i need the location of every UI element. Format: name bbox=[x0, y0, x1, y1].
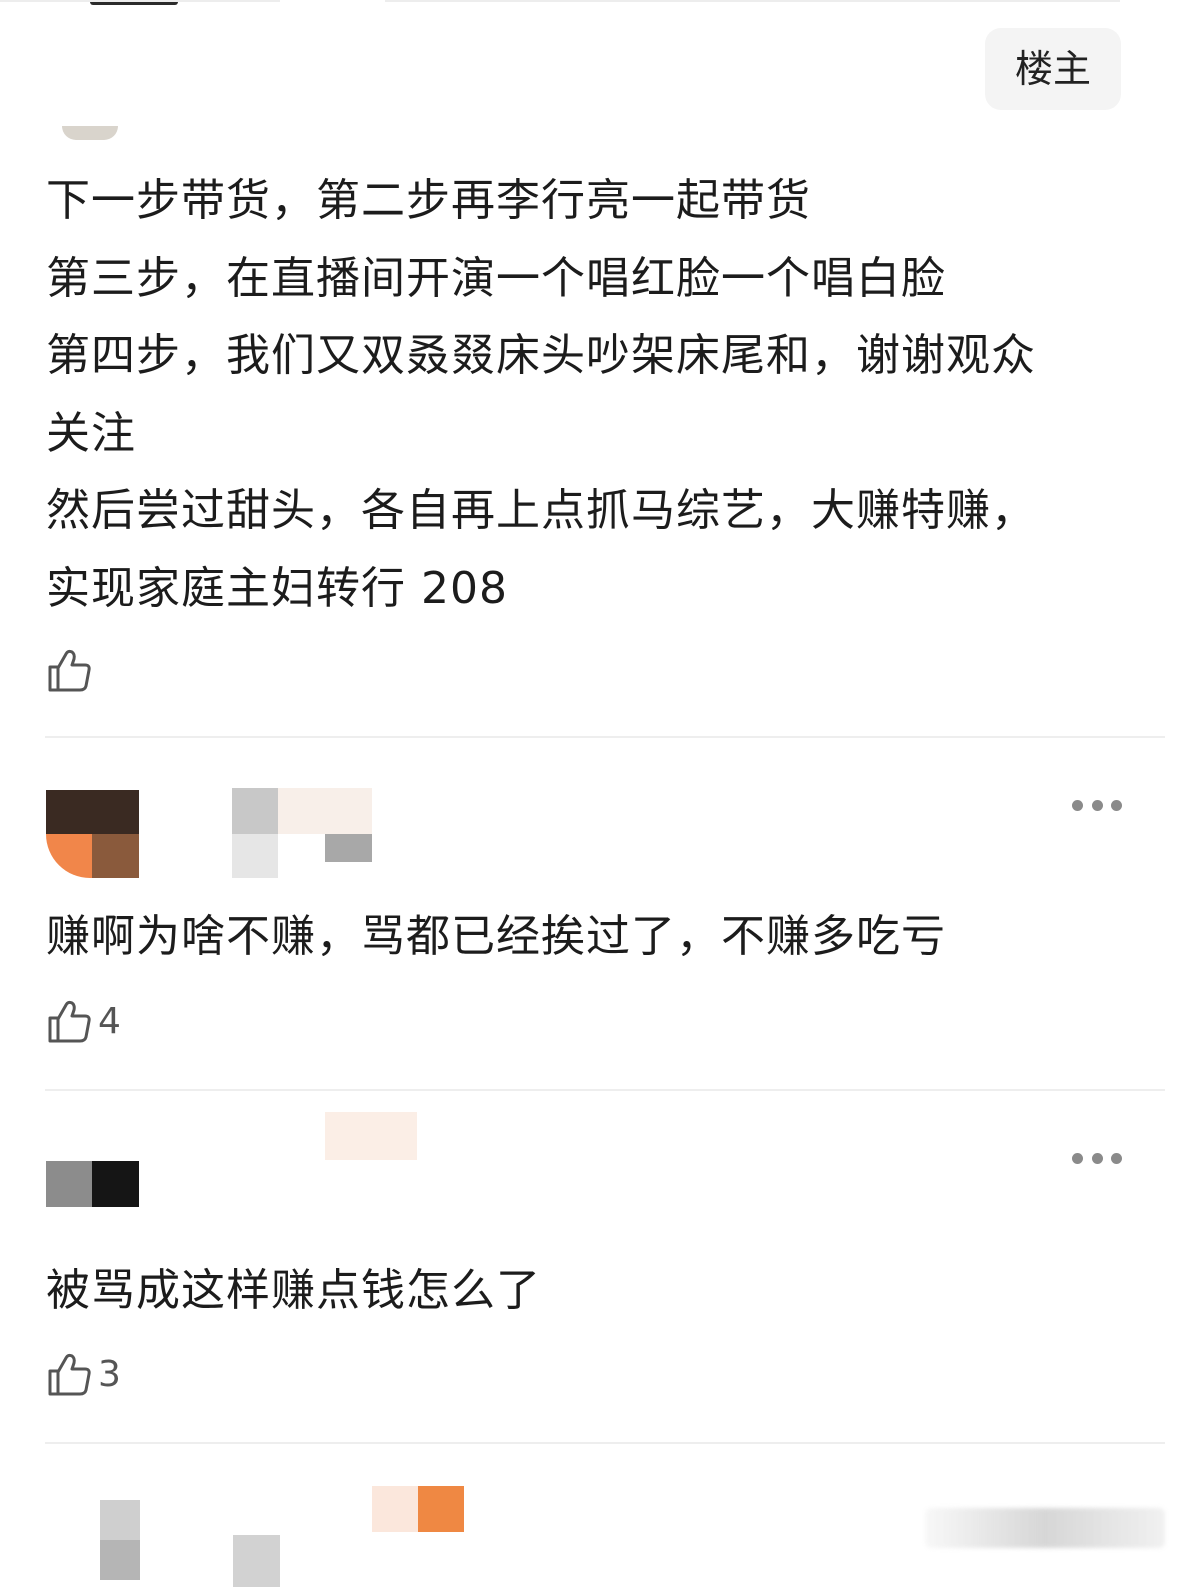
more-button[interactable] bbox=[1072, 795, 1122, 815]
watermark bbox=[925, 1508, 1165, 1548]
more-dot bbox=[1111, 1152, 1122, 1164]
avatar bbox=[46, 790, 139, 878]
like-count: 4 bbox=[98, 1000, 121, 1042]
username-redacted bbox=[232, 788, 372, 878]
comment-line: 第四步，我们又双叒叕床头吵架床尾和，谢谢观众 bbox=[46, 330, 1036, 381]
more-dot bbox=[1091, 799, 1103, 811]
more-dot bbox=[1091, 1152, 1103, 1164]
comment-body: 下一步带货，第二步再李行亮一起带货 第三步，在直播间开演一个唱红脸一个唱白脸 第… bbox=[46, 162, 1146, 627]
top-divider-right bbox=[385, 0, 1120, 2]
divider bbox=[45, 1089, 1165, 1091]
username-redacted bbox=[185, 1535, 280, 1587]
more-dots-icon bbox=[1072, 799, 1083, 811]
divider bbox=[45, 1442, 1165, 1444]
thumbs-up-icon bbox=[48, 1000, 91, 1043]
like-button[interactable]: 3 bbox=[46, 1349, 121, 1399]
comment-line: 被骂成这样赚点钱怎么了 bbox=[46, 1265, 541, 1316]
comment-line: 关注 bbox=[46, 407, 136, 459]
avatar bbox=[62, 126, 118, 140]
divider bbox=[45, 736, 1165, 738]
op-badge: 楼主 bbox=[985, 28, 1121, 110]
avatar bbox=[46, 1161, 139, 1207]
username-redacted bbox=[325, 1112, 417, 1160]
more-dots-icon bbox=[1072, 1152, 1083, 1164]
more-dot bbox=[1111, 799, 1122, 811]
top-divider-left bbox=[0, 0, 280, 2]
thumbs-up-icon bbox=[48, 649, 91, 692]
avatar bbox=[60, 1490, 140, 1587]
comment-line: 实现家庭主妇转行 208 bbox=[46, 562, 508, 614]
more-button[interactable] bbox=[1072, 1148, 1122, 1168]
comment-line: 第三步，在直播间开演一个唱红脸一个唱白脸 bbox=[46, 252, 946, 304]
comment-line: 然后尝过甜头，各自再上点抓马综艺，大赚特赚， bbox=[46, 485, 1036, 536]
like-button[interactable]: 4 bbox=[46, 996, 121, 1046]
like-count: 3 bbox=[98, 1353, 121, 1395]
comment-line: 下一步带货，第二步再李行亮一起带货 bbox=[46, 175, 811, 226]
comment-line: 赚啊为啥不赚，骂都已经挨过了，不赚多吃亏 bbox=[46, 911, 946, 962]
badge-redacted bbox=[372, 1486, 464, 1532]
thumbs-up-icon bbox=[48, 1353, 91, 1396]
like-button[interactable] bbox=[46, 645, 98, 695]
